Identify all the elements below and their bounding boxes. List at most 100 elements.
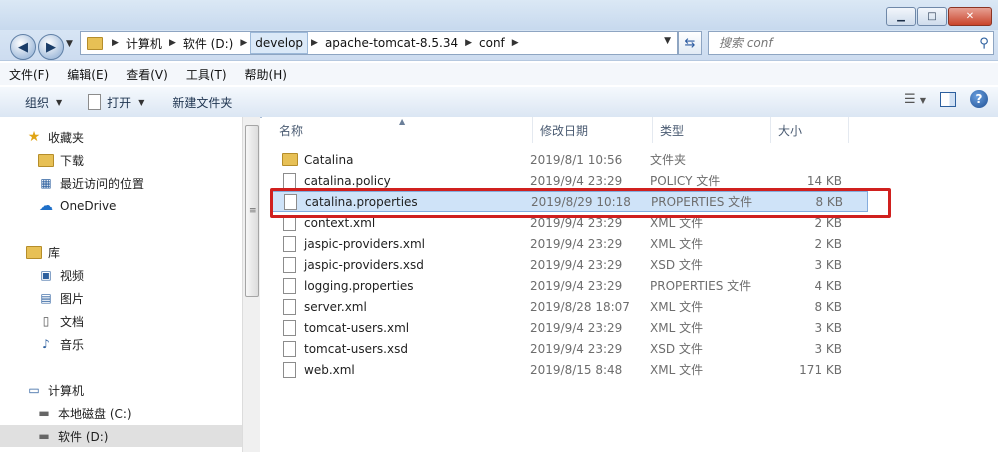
nav-item-music[interactable]: ♪ 音乐 <box>0 333 242 355</box>
xml-file-icon <box>283 361 296 378</box>
file-row[interactable]: web.xml 2019/8/15 8:48 XML 文件 171 KB <box>272 359 868 380</box>
breadcrumb-conf[interactable]: conf <box>475 33 509 53</box>
forward-button[interactable]: ▶ <box>38 34 64 60</box>
file-icon <box>284 193 297 210</box>
nav-scrollbar[interactable]: ≡ <box>242 117 260 452</box>
breadcrumb-drive-d[interactable]: 软件 (D:) <box>179 33 237 53</box>
recent-pages-dropdown[interactable]: ▼ <box>66 39 73 49</box>
help-icon[interactable]: ? <box>970 90 988 108</box>
new-folder-button[interactable]: 新建文件夹 <box>163 90 241 114</box>
search-input[interactable] <box>717 35 975 51</box>
nav-item-pictures[interactable]: ▤ 图片 <box>0 287 242 309</box>
file-type: POLICY 文件 <box>650 174 721 188</box>
address-dropdown[interactable]: ▼ <box>664 36 671 46</box>
file-icon <box>283 172 296 189</box>
breadcrumb-tomcat[interactable]: apache-tomcat-8.5.34 <box>321 33 462 53</box>
file-size: 4 KB <box>814 278 842 293</box>
organize-label: 组织 <box>25 95 50 110</box>
breadcrumb-computer[interactable]: 计算机 <box>122 33 166 53</box>
file-row[interactable]: Catalina 2019/8/1 10:56 文件夹 <box>272 149 868 170</box>
file-row[interactable]: catalina.policy 2019/9/4 23:29 POLICY 文件… <box>272 170 868 191</box>
nav-item-label: 本地磁盘 (C:) <box>58 406 132 421</box>
search-icon[interactable]: ⚲ <box>975 36 993 51</box>
file-row[interactable]: context.xml 2019/9/4 23:29 XML 文件 2 KB <box>272 212 868 233</box>
nav-item-recent[interactable]: ▦ 最近访问的位置 <box>0 172 242 194</box>
nav-item-onedrive[interactable]: ☁ OneDrive <box>0 195 242 217</box>
nav-item-drive-c[interactable]: ▬ 本地磁盘 (C:) <box>0 402 242 424</box>
file-date: 2019/8/1 10:56 <box>530 152 623 167</box>
nav-item-documents[interactable]: ▯ 文档 <box>0 310 242 332</box>
nav-libraries[interactable]: 库 <box>0 241 242 263</box>
nav-favorites[interactable]: ★ 收藏夹 <box>0 126 242 148</box>
nav-item-label: 音乐 <box>60 337 85 352</box>
nav-computer[interactable]: ▭ 计算机 <box>0 379 242 401</box>
file-icon <box>283 340 296 357</box>
title-bar: ▁ □ ✕ <box>0 0 998 30</box>
xml-file-icon <box>283 235 296 252</box>
window-controls: ▁ □ ✕ <box>886 7 992 26</box>
file-name: jaspic-providers.xsd <box>304 257 424 272</box>
file-name: tomcat-users.xsd <box>304 341 408 356</box>
chevron-right-icon[interactable]: ▶ <box>509 38 522 48</box>
file-row[interactable]: tomcat-users.xml 2019/9/4 23:29 XML 文件 3… <box>272 317 868 338</box>
file-type: XML 文件 <box>650 363 704 377</box>
chevron-right-icon[interactable]: ▶ <box>166 38 179 48</box>
close-button[interactable]: ✕ <box>948 7 992 26</box>
file-type: 文件夹 <box>650 153 687 167</box>
open-button[interactable]: 打开 ▼ <box>79 90 153 114</box>
preview-pane-icon[interactable] <box>940 91 956 107</box>
menu-view[interactable]: 查看(V) <box>117 66 177 83</box>
open-label: 打开 <box>107 95 132 110</box>
minimize-button[interactable]: ▁ <box>886 7 916 26</box>
folder-icon <box>87 36 103 50</box>
menu-file[interactable]: 文件(F) <box>0 66 58 83</box>
recent-places-icon: ▦ <box>40 176 52 190</box>
download-folder-icon <box>38 152 54 168</box>
column-name[interactable]: 名称 <box>272 117 533 143</box>
chevron-right-icon[interactable]: ▶ <box>109 38 122 48</box>
back-button[interactable]: ◀ <box>10 34 36 60</box>
nav-item-label: OneDrive <box>60 199 117 213</box>
file-row[interactable]: server.xml 2019/8/28 18:07 XML 文件 8 KB <box>272 296 868 317</box>
nav-scroll-thumb[interactable]: ≡ <box>245 125 259 297</box>
breadcrumb-develop[interactable]: develop <box>250 32 309 54</box>
file-date: 2019/9/4 23:29 <box>530 173 623 188</box>
file-type: PROPERTIES 文件 <box>651 195 753 209</box>
xml-file-icon <box>283 298 296 315</box>
chevron-right-icon[interactable]: ▶ <box>237 38 250 48</box>
file-row[interactable]: jaspic-providers.xsd 2019/9/4 23:29 XSD … <box>272 254 868 275</box>
grip-icon: ≡ <box>249 206 257 216</box>
chevron-right-icon[interactable]: ▶ <box>308 38 321 48</box>
nav-item-label: 文档 <box>60 314 85 329</box>
nav-item-label: 图片 <box>60 291 85 306</box>
file-date: 2019/9/4 23:29 <box>530 236 623 251</box>
file-row-selected[interactable]: catalina.properties 2019/8/29 10:18 PROP… <box>272 191 868 212</box>
file-icon <box>283 256 296 273</box>
file-row[interactable]: tomcat-users.xsd 2019/9/4 23:29 XSD 文件 3… <box>272 338 868 359</box>
column-date[interactable]: 修改日期 <box>533 117 653 143</box>
library-icon <box>26 244 42 260</box>
command-bar: 组织 ▼ 打开 ▼ 新建文件夹 ☰ ▼ ? <box>0 86 998 118</box>
menu-tools[interactable]: 工具(T) <box>177 66 236 83</box>
menu-edit[interactable]: 编辑(E) <box>58 66 117 83</box>
file-row[interactable]: logging.properties 2019/9/4 23:29 PROPER… <box>272 275 868 296</box>
nav-item-videos[interactable]: ▣ 视频 <box>0 264 242 286</box>
refresh-icon: ⇆ <box>684 35 696 51</box>
nav-item-drive-d[interactable]: ▬ 软件 (D:) <box>0 425 242 447</box>
maximize-button[interactable]: □ <box>917 7 947 26</box>
file-name: jaspic-providers.xml <box>304 236 426 251</box>
organize-button[interactable]: 组织 ▼ <box>16 90 71 114</box>
nav-item-downloads[interactable]: 下载 <box>0 149 242 171</box>
document-icon <box>88 94 102 110</box>
menu-help[interactable]: 帮助(H) <box>236 66 296 83</box>
file-type: XML 文件 <box>650 300 704 314</box>
refresh-button[interactable]: ⇆ <box>678 31 702 55</box>
file-row[interactable]: jaspic-providers.xml 2019/9/4 23:29 XML … <box>272 233 868 254</box>
address-bar[interactable]: ▶ 计算机 ▶ 软件 (D:) ▶ develop ▶ apache-tomca… <box>80 31 678 55</box>
column-type[interactable]: 类型 <box>653 117 771 143</box>
view-options-icon[interactable]: ☰ ▼ <box>904 92 926 107</box>
chevron-right-icon[interactable]: ▶ <box>462 38 475 48</box>
file-size: 3 KB <box>814 341 842 356</box>
column-size[interactable]: 大小 <box>771 117 849 143</box>
toolbar-right: ☰ ▼ ? <box>904 90 988 108</box>
